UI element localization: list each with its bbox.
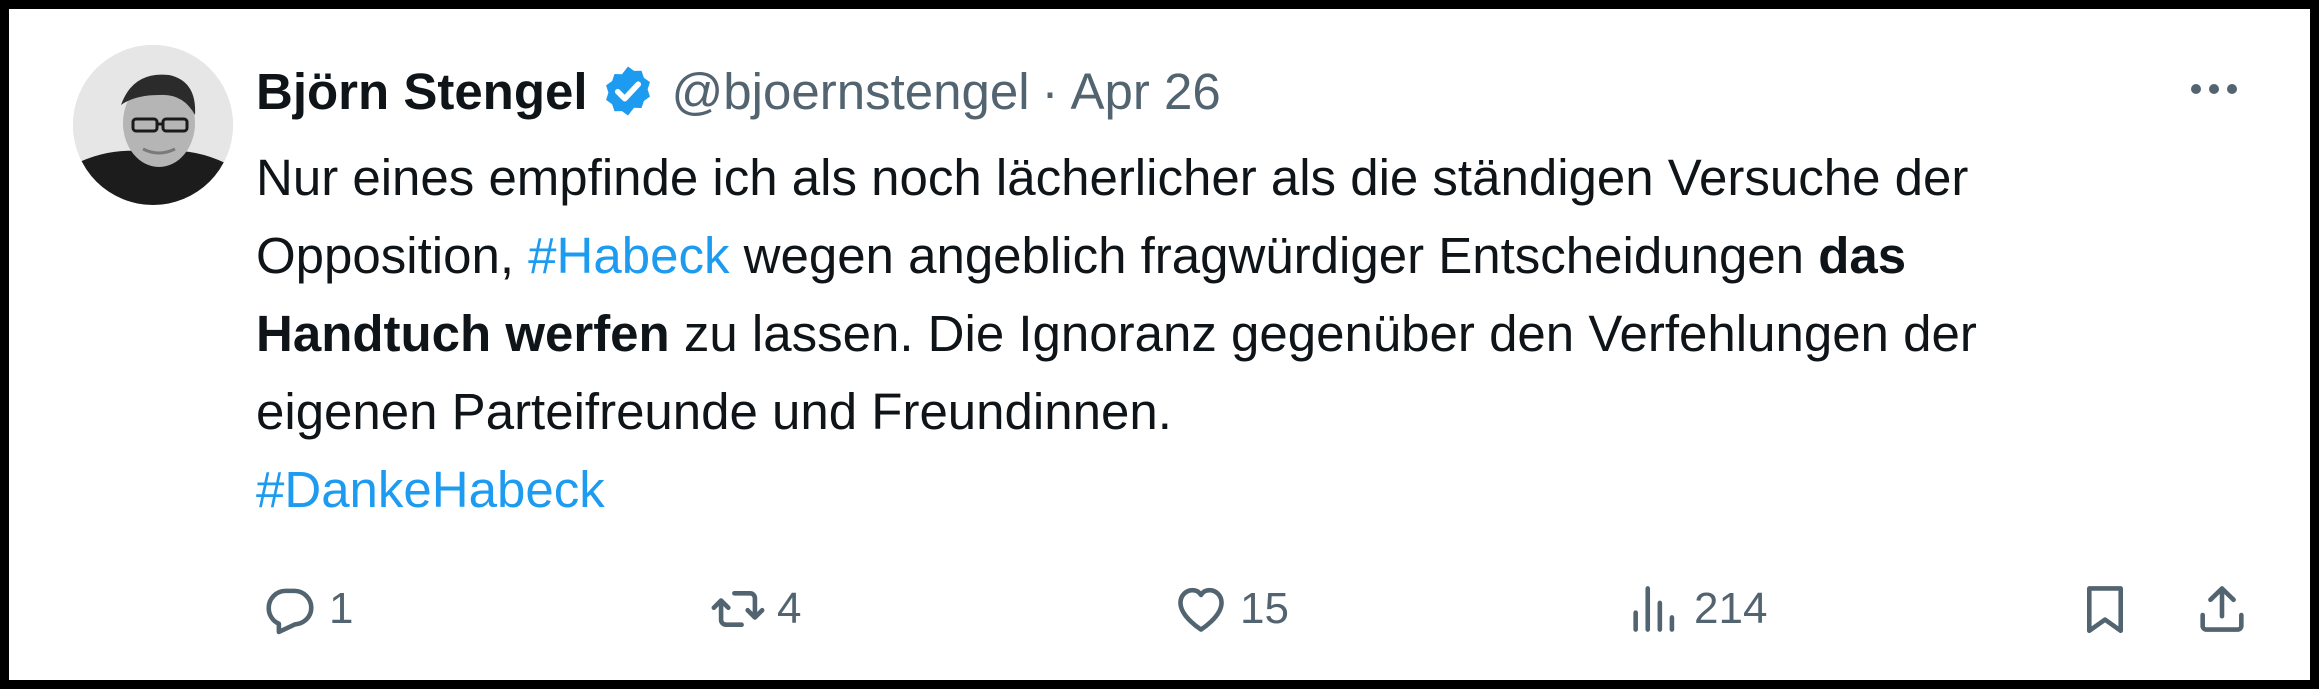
text-segment: eigenen Parteifreunde und Freundinnen. [256, 383, 1172, 440]
like-button[interactable]: 15 [1172, 569, 1289, 649]
share-button[interactable] [2193, 569, 2251, 649]
avatar-image [73, 45, 233, 205]
text-segment: zu lassen. Die Ignoranz gegenüber den Ve… [669, 305, 1977, 362]
separator-dot: · [1041, 62, 1059, 120]
tweet-text-line: Opposition, #Habeck wegen angeblich frag… [256, 217, 2266, 295]
bold-text: das [1818, 227, 1907, 284]
share-icon [2200, 586, 2244, 632]
text-segment: Opposition, [256, 227, 529, 284]
hashtag-link[interactable]: #DankeHabeck [256, 461, 605, 518]
tweet-date[interactable]: Apr 26 [1071, 62, 1221, 121]
tweet-header: Björn Stengel @bjoernstengel · Apr 26 [256, 55, 1221, 127]
heart-icon [1178, 587, 1224, 632]
author-handle[interactable]: @bjoernstengel [672, 62, 1030, 121]
reply-count: 1 [329, 584, 354, 633]
reply-button[interactable]: 1 [261, 569, 353, 649]
tweet-text-line: Nur eines empfinde ich als noch lächerli… [256, 139, 2266, 217]
repost-icon [711, 590, 765, 628]
bookmark-button[interactable] [2076, 569, 2134, 649]
tweet-text: Nur eines empfinde ich als noch lächerli… [256, 139, 2266, 529]
text-segment: Nur eines empfinde ich als noch lächerli… [256, 149, 1969, 206]
avatar[interactable] [73, 45, 233, 205]
tweet-text-line: #DankeHabeck [256, 451, 2266, 529]
tweet-text-line: Handtuch werfen zu lassen. Die Ignoranz … [256, 295, 2266, 373]
more-horizontal-icon[interactable] [2184, 69, 2244, 109]
text-segment: wegen angeblich fragwürdiger Entscheidun… [729, 227, 1819, 284]
repost-button[interactable]: 4 [709, 569, 801, 649]
repost-count: 4 [777, 584, 802, 633]
tweet-card[interactable]: Björn Stengel @bjoernstengel · Apr 26 Nu… [9, 9, 2310, 680]
hashtag-link[interactable]: #Habeck [528, 227, 729, 284]
verified-badge-icon[interactable] [600, 63, 656, 119]
views-chart-icon [1633, 586, 1675, 632]
views-button[interactable]: 214 [1626, 569, 1767, 649]
bookmark-icon [2086, 586, 2124, 634]
reply-icon [266, 588, 314, 635]
like-count: 15 [1240, 584, 1289, 633]
bold-text: Handtuch werfen [256, 305, 670, 362]
views-count: 214 [1694, 584, 1768, 633]
action-bar: 1 4 15 214 [9, 569, 2310, 649]
tweet-text-line: eigenen Parteifreunde und Freundinnen. [256, 373, 2266, 451]
author-name[interactable]: Björn Stengel [256, 62, 588, 121]
